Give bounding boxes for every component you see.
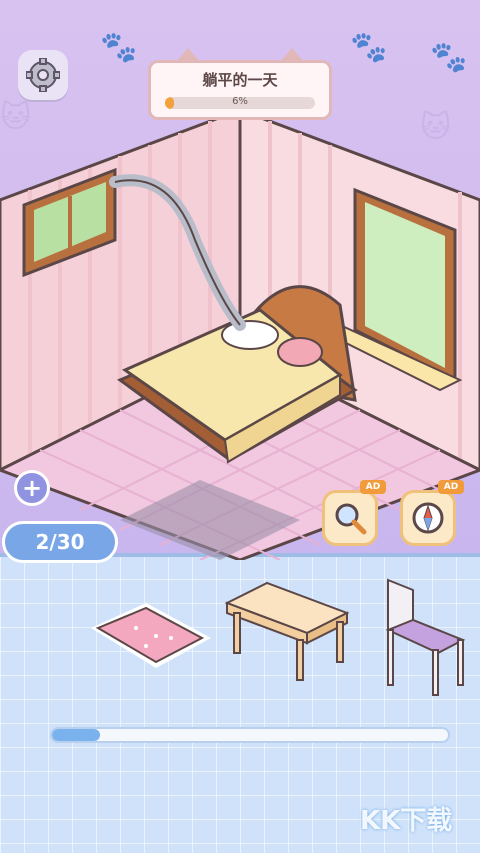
add-button[interactable]: +	[14, 470, 50, 506]
gear-icon	[26, 58, 60, 92]
level-title-card: 躺平的一天 6%	[148, 60, 332, 120]
ad-badge: AD	[438, 480, 464, 494]
level-title: 躺平的一天	[202, 71, 278, 89]
inventory-scroll-thumb[interactable]	[52, 729, 100, 741]
paw-pattern-icon: 🐾	[350, 30, 388, 65]
inventory-scrollbar[interactable]	[50, 727, 450, 743]
inventory-item-chair[interactable]	[378, 575, 473, 700]
paw-pattern-icon: 🐾	[100, 30, 138, 65]
watermark: KK下载	[360, 806, 453, 836]
magnifier-icon	[335, 503, 367, 535]
compass-button[interactable]	[400, 490, 456, 546]
compass-icon	[412, 502, 444, 534]
inventory-item-table[interactable]	[222, 578, 352, 688]
level-progress-label: 6%	[232, 96, 248, 107]
inventory-item-rug[interactable]	[86, 598, 216, 678]
room-scene	[0, 107, 480, 560]
level-counter: 2/30	[2, 521, 118, 563]
magnifier-button[interactable]	[322, 490, 378, 546]
paw-pattern-icon: 🐾	[430, 40, 468, 75]
settings-button[interactable]	[18, 50, 68, 100]
ad-badge: AD	[360, 480, 386, 494]
